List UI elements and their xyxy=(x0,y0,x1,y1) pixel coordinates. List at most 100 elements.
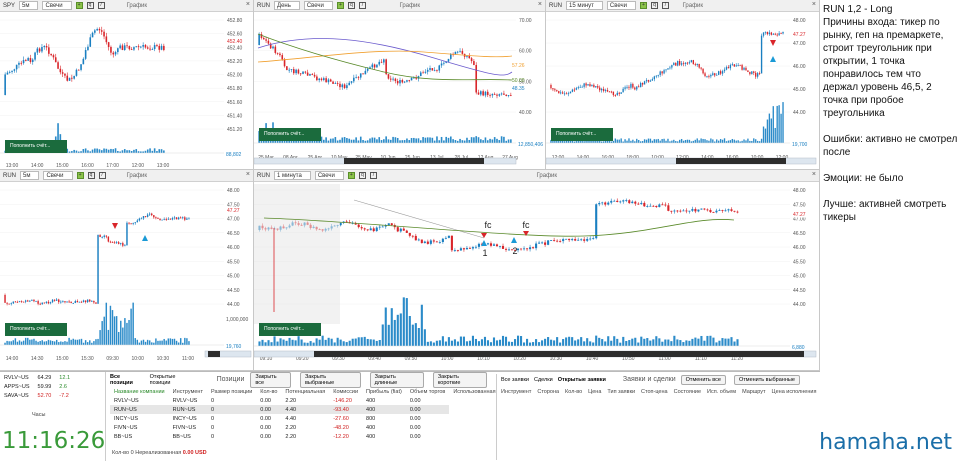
candle xyxy=(135,222,136,223)
tab-open-orders[interactable]: Открытые заявки xyxy=(558,377,606,383)
list-item[interactable]: RVLV~US64.2912.1 xyxy=(0,373,74,382)
column-header[interactable]: Тип заявки xyxy=(607,389,635,395)
volume-bar xyxy=(178,342,179,345)
cancel-selected-button[interactable]: Отменить выбранные xyxy=(734,375,800,385)
tab-trades[interactable]: Сделки xyxy=(534,377,553,383)
chart-pane-run-1m[interactable]: RUN 1 минута Свечи + q / График × 48.004… xyxy=(254,170,820,371)
candle xyxy=(501,94,503,95)
candle xyxy=(135,46,137,47)
candle xyxy=(642,83,643,85)
column-header[interactable]: Сторона xyxy=(537,389,559,395)
column-header[interactable]: Цена xyxy=(588,389,601,395)
volume-bar xyxy=(408,140,410,143)
candle xyxy=(332,82,334,84)
candle xyxy=(43,46,45,47)
tab-all-orders[interactable]: Все заявки xyxy=(501,377,529,383)
column-header[interactable]: Стоп-цена xyxy=(641,389,668,395)
deposit-button[interactable]: Пополнить счёт... xyxy=(259,128,321,141)
volume-bar xyxy=(332,138,334,143)
volume-bar xyxy=(607,336,609,346)
chart-pane-spy[interactable]: SPY 5м Свечи + q / График × 452.80452.60… xyxy=(0,0,254,170)
price-tick-label: 45.00 xyxy=(227,274,240,280)
candle xyxy=(697,210,699,212)
volume-bar xyxy=(670,341,672,346)
candle xyxy=(658,204,660,207)
candle xyxy=(184,217,185,219)
time-tick-label: 13:00 xyxy=(6,163,19,169)
volume-bar xyxy=(70,340,71,345)
column-header[interactable]: Маршрут xyxy=(742,389,765,395)
deposit-button[interactable]: Пополнить счёт... xyxy=(5,323,67,336)
volume-bar xyxy=(632,140,633,143)
close-long-button[interactable]: Закрыть длинные xyxy=(370,372,424,388)
column-header[interactable]: Кол-во xyxy=(565,389,582,395)
tab-open-positions[interactable]: Открытые позиции xyxy=(150,374,197,386)
column-header[interactable]: Исп. объем xyxy=(707,389,736,395)
deposit-button[interactable]: Пополнить счёт... xyxy=(551,128,613,141)
price-tick-label: 452.60 xyxy=(227,32,243,38)
candle xyxy=(712,212,714,213)
volume-bar xyxy=(71,151,73,153)
volume-bar xyxy=(478,137,480,143)
column-header[interactable]: Цена исполнения xyxy=(772,389,817,395)
candle xyxy=(133,47,135,49)
volume-bar xyxy=(556,141,557,143)
volume-bar xyxy=(92,150,94,153)
chart-pane-run-5m[interactable]: RUN 5м Свечи + q / График × 48.0047.5047… xyxy=(0,170,254,371)
close-all-button[interactable]: Закрыть все xyxy=(250,372,291,388)
candle xyxy=(445,238,447,239)
list-item[interactable]: APPS~US59.992.6 xyxy=(0,382,74,391)
candle xyxy=(679,211,681,212)
table-row[interactable]: INCY~USINCY~US00.004.40-27.608000.00 xyxy=(110,414,500,423)
volume-bar xyxy=(42,340,43,345)
candle xyxy=(556,241,558,242)
volume-bar xyxy=(360,137,362,143)
candle xyxy=(124,45,126,50)
table-row[interactable]: RVLV~USRVLV~US00.002.20-146.204000.00 xyxy=(110,396,500,405)
deposit-button[interactable]: Пополнить счёт... xyxy=(259,323,321,336)
candle xyxy=(166,219,167,220)
table-row[interactable]: RUN~USRUN~US00.004.40-93.404000.00 xyxy=(110,405,500,414)
candle xyxy=(23,60,25,63)
volume-label: 19,700 xyxy=(792,142,808,148)
volume-bar xyxy=(743,139,744,143)
chart-pane-run-daily[interactable]: RUN День Свечи + q / График × 70.0060.00… xyxy=(254,0,546,170)
volume-bar xyxy=(658,139,659,143)
candle xyxy=(114,242,115,243)
volume-bar xyxy=(267,340,269,346)
candle xyxy=(415,236,417,240)
tab-all-positions[interactable]: Все позиции xyxy=(110,374,144,386)
cancel-all-button[interactable]: Отменить все xyxy=(681,375,726,385)
deposit-button[interactable]: Пополнить счёт... xyxy=(5,140,67,153)
last-price-label: 47.27 xyxy=(793,212,806,218)
volume-bar xyxy=(736,141,737,143)
volume-bar xyxy=(79,339,80,345)
volume-bar xyxy=(334,342,336,346)
table-row[interactable]: FIVN~USFIVN~US00.002.20-48.204000.00 xyxy=(110,423,500,432)
annotation-fc: fc xyxy=(484,220,492,230)
time-tick-label: 15:30 xyxy=(81,356,94,362)
volume-bar xyxy=(547,337,549,346)
buy-marker-icon xyxy=(770,56,776,62)
chart-pane-run-15m[interactable]: RUN 15 минут Свечи + q / График × 48.004… xyxy=(546,0,820,170)
sell-marker-icon xyxy=(112,223,118,229)
column-header[interactable]: Состояние xyxy=(674,389,701,395)
candle xyxy=(73,76,75,79)
volume-bar xyxy=(120,321,121,345)
candle xyxy=(168,219,169,220)
volume-bar xyxy=(695,140,696,143)
volume-bar xyxy=(6,341,7,345)
candle xyxy=(390,79,392,80)
close-short-button[interactable]: Закрыть короткие xyxy=(433,372,487,388)
table-row[interactable]: BB~USBB~US00.002.20-12.204000.00 xyxy=(110,432,500,441)
column-header[interactable]: Инструмент xyxy=(501,389,531,395)
candle xyxy=(552,88,553,89)
notes-emotions: Эмоции: не было xyxy=(823,172,958,185)
price-tick-label: 47.00 xyxy=(793,41,806,47)
candle xyxy=(489,95,491,96)
close-selected-button[interactable]: Закрыть выбранные xyxy=(300,372,361,388)
volume-bar xyxy=(616,339,618,346)
candle xyxy=(434,70,436,71)
list-item[interactable]: SAVA~US52.70-7.2 xyxy=(0,391,74,400)
volume-bar xyxy=(517,336,519,346)
